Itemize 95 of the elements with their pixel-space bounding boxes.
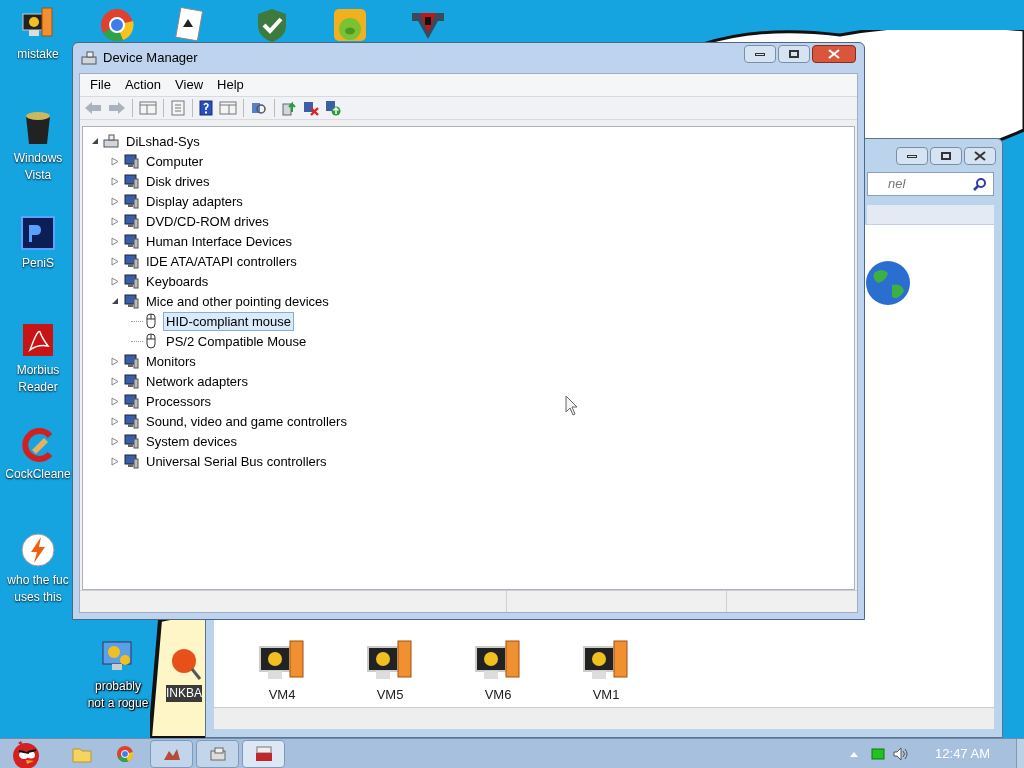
device-icon xyxy=(123,393,139,409)
tree-item[interactable]: System devices xyxy=(143,431,241,451)
device-icon xyxy=(123,413,139,429)
taskbar-button[interactable] xyxy=(242,739,285,768)
expand-arrow-icon[interactable] xyxy=(111,436,119,446)
expand-arrow-icon[interactable] xyxy=(111,196,119,206)
menu-item[interactable]: Action xyxy=(118,75,168,95)
menu-item[interactable]: File xyxy=(84,75,117,95)
browser-icon[interactable] xyxy=(116,744,134,763)
toolbox-icon xyxy=(254,745,273,762)
globe-icon xyxy=(864,259,912,307)
panel-icon[interactable] xyxy=(139,100,157,116)
tree-item[interactable]: Keyboards xyxy=(143,271,212,291)
device-icon xyxy=(209,746,226,761)
search-field[interactable]: nel xyxy=(867,172,994,196)
back-arrow-icon[interactable] xyxy=(84,100,102,116)
expand-arrow-icon[interactable] xyxy=(111,216,119,226)
device-icon xyxy=(123,373,139,389)
maximize-button[interactable] xyxy=(930,147,962,165)
menu-item[interactable]: Help xyxy=(211,75,250,95)
device-icon xyxy=(123,233,139,249)
menu-item[interactable]: View xyxy=(169,75,210,95)
computer-icon xyxy=(103,133,119,149)
device-label[interactable]: VM6 xyxy=(484,685,512,705)
maximize-button[interactable] xyxy=(778,45,810,63)
device-icon xyxy=(123,293,139,309)
update-driver-icon[interactable] xyxy=(281,100,297,116)
expand-arrow-icon[interactable] xyxy=(111,396,119,406)
help-icon[interactable] xyxy=(199,100,213,116)
network-icon[interactable] xyxy=(871,747,886,760)
minimize-button[interactable] xyxy=(744,45,776,63)
mouse-pointer-icon xyxy=(565,395,579,417)
panel-icon[interactable] xyxy=(219,100,237,116)
device-icon xyxy=(123,433,139,449)
device-icon xyxy=(123,173,139,189)
mouse-icon xyxy=(143,333,159,349)
device-icon xyxy=(123,153,139,169)
device-icon xyxy=(123,453,139,469)
taskbar-button[interactable] xyxy=(196,739,239,768)
expand-arrow-icon[interactable] xyxy=(111,456,119,466)
expand-arrow-icon[interactable] xyxy=(111,356,119,366)
tree-item[interactable]: Human Interface Devices xyxy=(143,231,295,251)
minimize-button[interactable] xyxy=(896,147,928,165)
tree-item[interactable]: Disk drives xyxy=(143,171,213,191)
tree-item[interactable]: Display adapters xyxy=(143,191,246,211)
taskbar-button[interactable] xyxy=(150,739,193,768)
expand-arrow-icon[interactable] xyxy=(111,416,119,426)
device-label[interactable]: VM4 xyxy=(268,685,296,705)
speaker-icon[interactable] xyxy=(893,746,910,761)
search-placeholder: nel xyxy=(888,175,907,194)
uninstall-icon[interactable] xyxy=(303,100,319,116)
device-icon xyxy=(123,213,139,229)
close-icon xyxy=(974,151,986,161)
lightning-icon[interactable] xyxy=(20,532,56,568)
close-button[interactable] xyxy=(964,147,996,165)
device-icon xyxy=(123,193,139,209)
close-button[interactable] xyxy=(812,45,856,63)
forward-arrow-icon[interactable] xyxy=(108,100,126,116)
window-title: Device Manager xyxy=(103,49,199,68)
tree-item[interactable]: Sound, video and game controllers xyxy=(143,411,350,431)
tree-item[interactable]: Monitors xyxy=(143,351,199,371)
expand-arrow-icon[interactable] xyxy=(111,256,119,266)
close-icon xyxy=(828,49,840,59)
expand-arrow-icon[interactable] xyxy=(111,176,119,186)
tree-item[interactable]: PS/2 Compatible Mouse xyxy=(163,331,310,351)
ps-icon[interactable] xyxy=(20,215,56,251)
app-icon xyxy=(81,51,97,65)
tree-item[interactable]: HID-compliant mouse xyxy=(163,311,294,331)
search-icon xyxy=(973,177,987,191)
tree-item[interactable]: DiLshad-Sys xyxy=(123,131,203,151)
pdf-icon[interactable] xyxy=(20,322,56,358)
collapse-arrow-icon[interactable] xyxy=(111,297,119,305)
expand-arrow-icon[interactable] xyxy=(111,236,119,246)
expand-arrow-icon[interactable] xyxy=(111,276,119,286)
tree-item[interactable]: IDE ATA/ATAPI controllers xyxy=(143,251,300,271)
device-icon xyxy=(123,353,139,369)
mouse-icon xyxy=(143,313,159,329)
device-label[interactable]: VM1 xyxy=(592,685,620,705)
tree-item[interactable]: Processors xyxy=(143,391,215,411)
expand-arrow-icon[interactable] xyxy=(111,376,119,386)
tree-item[interactable]: DVD/CD-ROM drives xyxy=(143,211,272,231)
device-icon xyxy=(123,253,139,269)
show-desktop-button[interactable] xyxy=(1016,739,1024,768)
enable-device-icon[interactable] xyxy=(325,100,341,116)
browser-icon[interactable] xyxy=(99,7,135,43)
icon-label[interactable]: INKBA xyxy=(166,685,202,702)
tree-item[interactable]: Mice and other pointing devices xyxy=(143,291,332,311)
tree-item[interactable]: Universal Serial Bus controllers xyxy=(143,451,330,471)
expand-arrow-icon[interactable] xyxy=(111,156,119,166)
device-icon xyxy=(123,273,139,289)
device-label[interactable]: VM5 xyxy=(376,685,404,705)
collapse-arrow-icon[interactable] xyxy=(91,137,99,145)
properties-icon[interactable] xyxy=(170,100,186,116)
tree-item[interactable]: Computer xyxy=(143,151,207,171)
tree-item[interactable]: Network adapters xyxy=(143,371,251,391)
